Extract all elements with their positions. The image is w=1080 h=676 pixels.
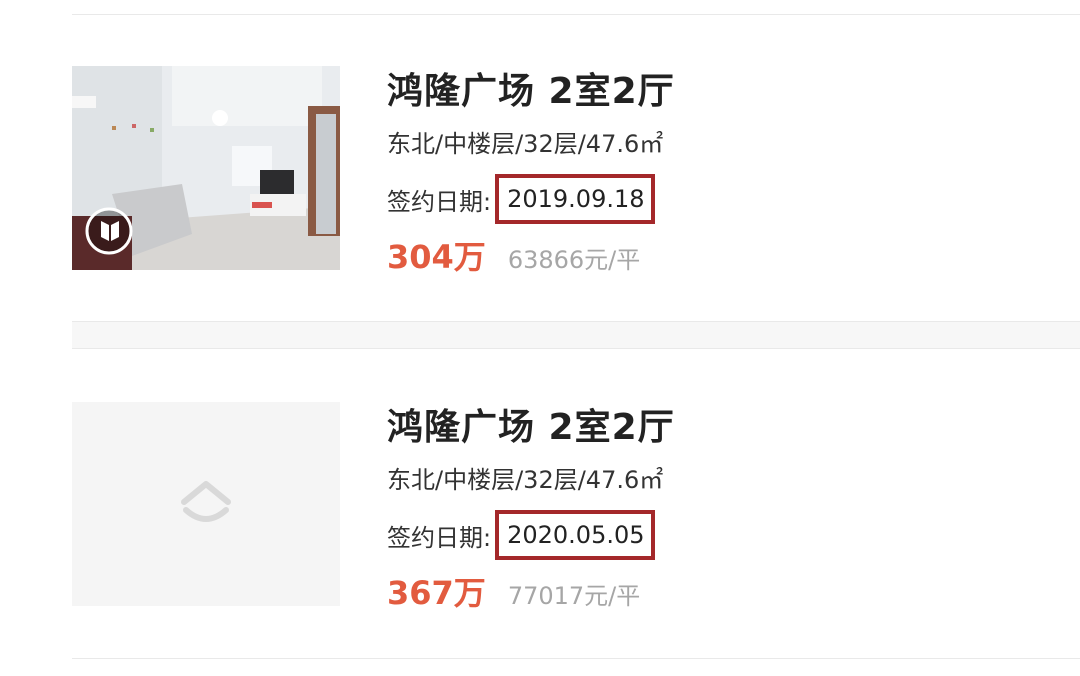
listing-card[interactable]: 鸿隆广场 2室2厅 东北/中楼层/32层/47.6㎡ 签约日期: 2019.09… (0, 40, 1080, 340)
listing-photo[interactable] (72, 66, 340, 270)
price-row: 304万 63866元/平 (387, 232, 640, 278)
sign-date-row: 签约日期: 2020.05.05 (387, 510, 655, 560)
sign-date-row: 签约日期: 2019.09.18 (387, 174, 655, 224)
total-price: 304万 (387, 238, 486, 276)
listing-divider (72, 348, 1080, 349)
listing-photo-placeholder[interactable] (72, 402, 340, 606)
vr-play-icon[interactable] (84, 206, 134, 256)
sign-date-label: 签约日期: (387, 523, 492, 552)
listing-specs: 东北/中楼层/32层/47.6㎡ (387, 466, 664, 494)
listing-title[interactable]: 鸿隆广场 2室2厅 (387, 62, 675, 114)
section-separator (72, 322, 1080, 348)
sign-date-value: 2020.05.05 (495, 510, 655, 560)
listing-title[interactable]: 鸿隆广场 2室2厅 (387, 398, 675, 450)
unit-price: 63866元/平 (507, 246, 641, 274)
sign-date-value: 2019.09.18 (495, 174, 655, 224)
price-row: 367万 77017元/平 (387, 568, 640, 614)
unit-price: 77017元/平 (507, 582, 641, 610)
listing-specs: 东北/中楼层/32层/47.6㎡ (387, 130, 664, 158)
sign-date-label: 签约日期: (387, 187, 492, 216)
total-price: 367万 (387, 574, 486, 612)
listing-card[interactable]: 鸿隆广场 2室2厅 东北/中楼层/32层/47.6㎡ 签约日期: 2020.05… (0, 376, 1080, 676)
bottom-divider (72, 658, 1080, 659)
top-divider (72, 14, 1080, 15)
house-placeholder-icon (181, 481, 231, 522)
